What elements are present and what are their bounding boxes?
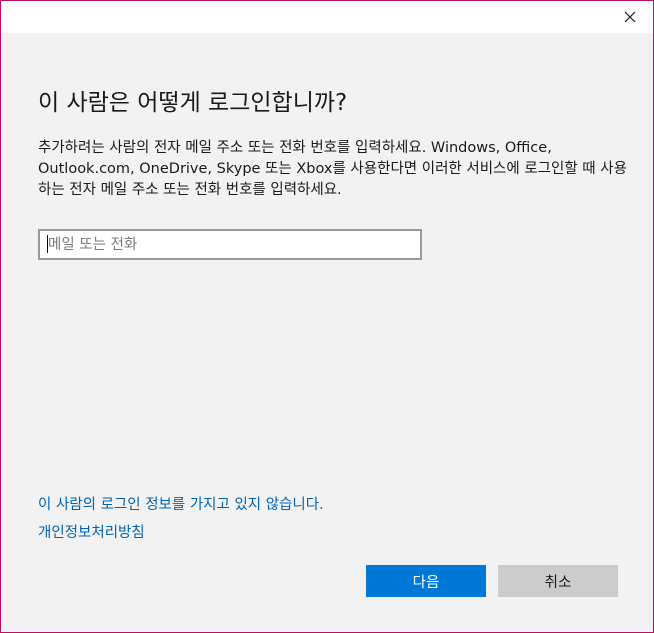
add-user-dialog: 이 사람은 어떻게 로그인합니까? 추가하려는 사람의 전자 메일 주소 또는 … [0, 0, 654, 633]
close-button[interactable] [607, 1, 653, 33]
close-icon [624, 11, 636, 23]
title-bar [1, 1, 653, 33]
cancel-button[interactable]: 취소 [498, 565, 618, 597]
email-or-phone-input[interactable] [38, 229, 422, 260]
instructions-text: 추가하려는 사람의 전자 메일 주소 또는 전화 번호를 입력하세요. Wind… [38, 140, 627, 198]
text-caret [47, 235, 48, 253]
no-signin-info-link[interactable]: 이 사람의 로그인 정보를 가지고 있지 않습니다. [38, 493, 324, 514]
privacy-policy-link[interactable]: 개인정보처리방침 [38, 521, 145, 542]
page-title: 이 사람은 어떻게 로그인합니까? [38, 90, 348, 116]
next-button[interactable]: 다음 [366, 565, 486, 597]
